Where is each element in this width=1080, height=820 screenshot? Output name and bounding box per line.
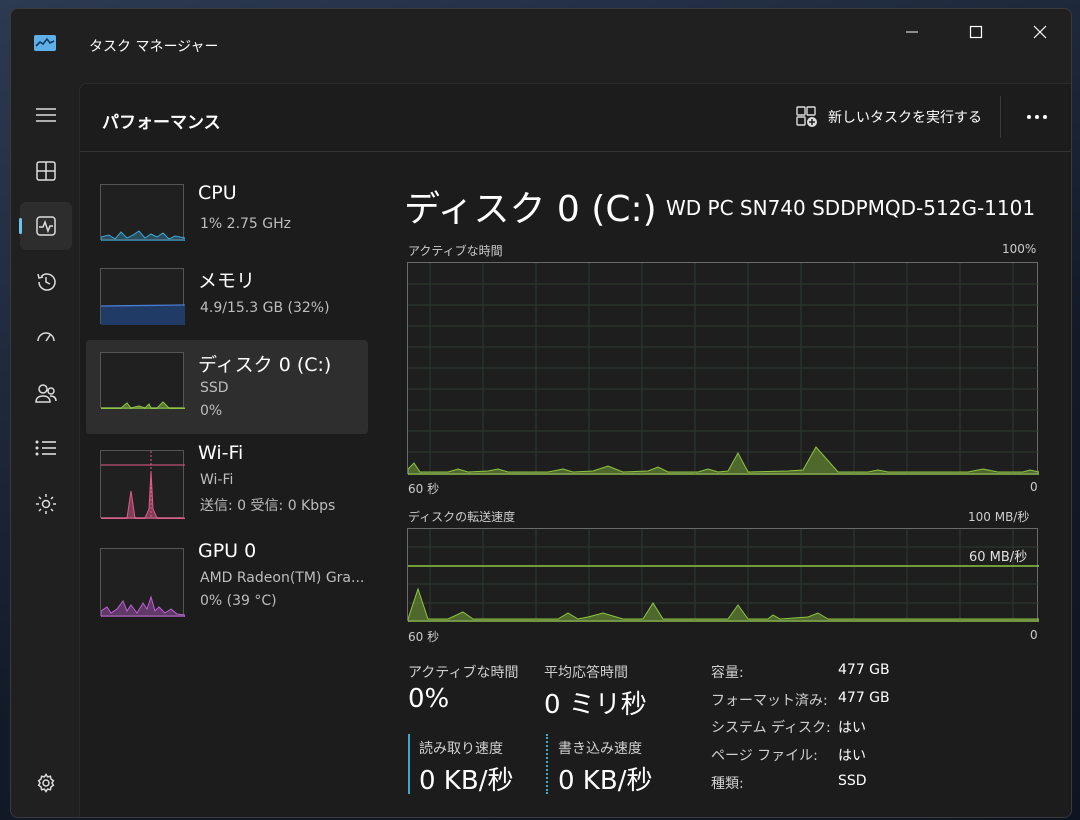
nav-performance[interactable]: [19, 202, 72, 250]
disk-thumbnail-graph: [100, 352, 186, 410]
nav-startup-apps[interactable]: [20, 314, 72, 362]
page-file-value: はい: [838, 748, 866, 764]
wifi-thumbnail-graph: [100, 450, 186, 520]
memory-thumbnail-graph: [100, 268, 186, 325]
header-divider: [1000, 96, 1001, 138]
read-rate-indicator: [408, 734, 410, 794]
cpu-usage: 1% 2.75 GHz: [200, 216, 292, 232]
transfer-rate-graph: [407, 528, 1039, 622]
avg-response-label: 平均応答時間: [544, 665, 628, 681]
menu-icon: [36, 108, 56, 122]
page-file-label: ページ ファイル:: [711, 748, 818, 764]
avg-response-value: 0 ミリ秒: [544, 690, 647, 720]
performance-panel: パフォーマンス 新しいタスクを実行する CPU 1% 2.75 GHz メモリ …: [79, 83, 1071, 817]
read-speed-value: 0 KB/秒: [419, 766, 514, 796]
run-new-task-button[interactable]: 新しいタスクを実行する: [796, 104, 982, 130]
formatted-label: フォーマット済み:: [711, 693, 828, 709]
device-wifi[interactable]: Wi-Fi Wi-Fi 送信: 0 受信: 0 Kbps: [86, 438, 368, 532]
window-title: タスク マネージャー: [89, 39, 219, 55]
nav-settings[interactable]: [20, 759, 72, 807]
disk-model: WD PC SN740 SDDPMQD-512G-1101: [666, 196, 1036, 220]
cpu-name: CPU: [198, 182, 237, 204]
write-speed-value: 0 KB/秒: [558, 766, 653, 796]
active-time-value: 0%: [408, 684, 450, 714]
active-time-graph: [407, 262, 1039, 475]
maximize-button[interactable]: [953, 17, 999, 47]
active-time-graph-label: アクティブな時間: [408, 244, 503, 258]
read-speed-label: 読み取り速度: [419, 741, 503, 757]
active-time-graph-max: 100%: [1002, 242, 1037, 256]
title-bar[interactable]: タスク マネージャー: [11, 9, 1071, 83]
page-title: パフォーマンス: [102, 113, 221, 133]
disk-detail-title: ディスク 0 (C:): [404, 189, 657, 230]
nav-details[interactable]: [20, 424, 72, 472]
system-disk-label: システム ディスク:: [711, 720, 831, 736]
settings-icon: [37, 773, 55, 793]
menu-button[interactable]: [20, 91, 72, 139]
run-task-label: 新しいタスクを実行する: [828, 110, 982, 126]
performance-icon: [36, 216, 56, 236]
users-icon: [35, 384, 57, 403]
startup-apps-icon: [37, 332, 55, 342]
capacity-value: 477 GB: [838, 662, 890, 678]
gpu-usage: 0% (39 °C): [200, 593, 277, 609]
active-time-graph-x-right: 0: [1030, 480, 1038, 494]
nav-users[interactable]: [20, 369, 72, 417]
transfer-graph-max: 100 MB/秒: [968, 510, 1030, 524]
services-icon: [36, 494, 56, 514]
transfer-graph-x-right: 0: [1030, 628, 1038, 642]
disk-type: SSD: [200, 380, 229, 396]
wifi-name: Wi-Fi: [198, 442, 244, 464]
device-disk[interactable]: ディスク 0 (C:) SSD 0%: [86, 340, 368, 434]
close-button[interactable]: [1017, 17, 1063, 47]
wifi-throughput: 送信: 0 受信: 0 Kbps: [200, 498, 336, 514]
gpu-thumbnail-graph: [100, 548, 186, 618]
minimize-icon: [906, 31, 918, 33]
transfer-graph-label: ディスクの転送速度: [408, 510, 516, 524]
nav-services[interactable]: [20, 480, 72, 528]
system-disk-value: はい: [838, 720, 866, 736]
task-manager-window: タスク マネージャー パフォーマンス 新しいタスクを実行する CPU 1% 2.…: [10, 8, 1072, 818]
navigation-rail: [11, 83, 79, 817]
cpu-thumbnail-graph: [100, 184, 186, 242]
more-options-button[interactable]: [1024, 106, 1050, 128]
run-task-icon: [796, 106, 817, 127]
nav-processes[interactable]: [20, 147, 72, 195]
device-gpu[interactable]: GPU 0 AMD Radeon(TM) Gra... 0% (39 °C): [86, 536, 368, 630]
memory-usage: 4.9/15.3 GB (32%): [200, 300, 330, 316]
device-cpu[interactable]: CPU 1% 2.75 GHz: [86, 172, 368, 266]
transfer-reference-line-label: 60 MB/秒: [969, 550, 1028, 565]
disk-name: ディスク 0 (C:): [198, 354, 332, 376]
gpu-name: GPU 0: [198, 540, 257, 562]
device-memory[interactable]: メモリ 4.9/15.3 GB (32%): [86, 256, 368, 350]
close-icon: [1033, 25, 1047, 39]
active-time-graph-x-left: 60 秒: [408, 482, 440, 496]
minimize-button[interactable]: [889, 17, 935, 47]
app-history-icon: [37, 273, 56, 291]
processes-icon: [36, 161, 56, 181]
capacity-label: 容量:: [711, 665, 744, 681]
panel-header: パフォーマンス 新しいタスクを実行する: [80, 84, 1071, 152]
task-manager-app-icon: [34, 35, 56, 51]
nav-app-history[interactable]: [20, 258, 72, 306]
wifi-adapter: Wi-Fi: [200, 472, 234, 488]
transfer-graph-x-left: 60 秒: [408, 630, 440, 644]
memory-name: メモリ: [198, 270, 256, 292]
write-rate-indicator: [546, 734, 548, 794]
details-icon: [35, 440, 56, 456]
formatted-value: 477 GB: [838, 690, 890, 706]
disk-type-value: SSD: [838, 773, 867, 789]
disk-type-label: 種類:: [711, 776, 744, 792]
gpu-model: AMD Radeon(TM) Gra...: [200, 570, 365, 586]
maximize-icon: [969, 25, 983, 39]
write-speed-label: 書き込み速度: [558, 741, 642, 757]
active-time-label: アクティブな時間: [408, 665, 519, 681]
disk-usage: 0%: [200, 403, 223, 419]
